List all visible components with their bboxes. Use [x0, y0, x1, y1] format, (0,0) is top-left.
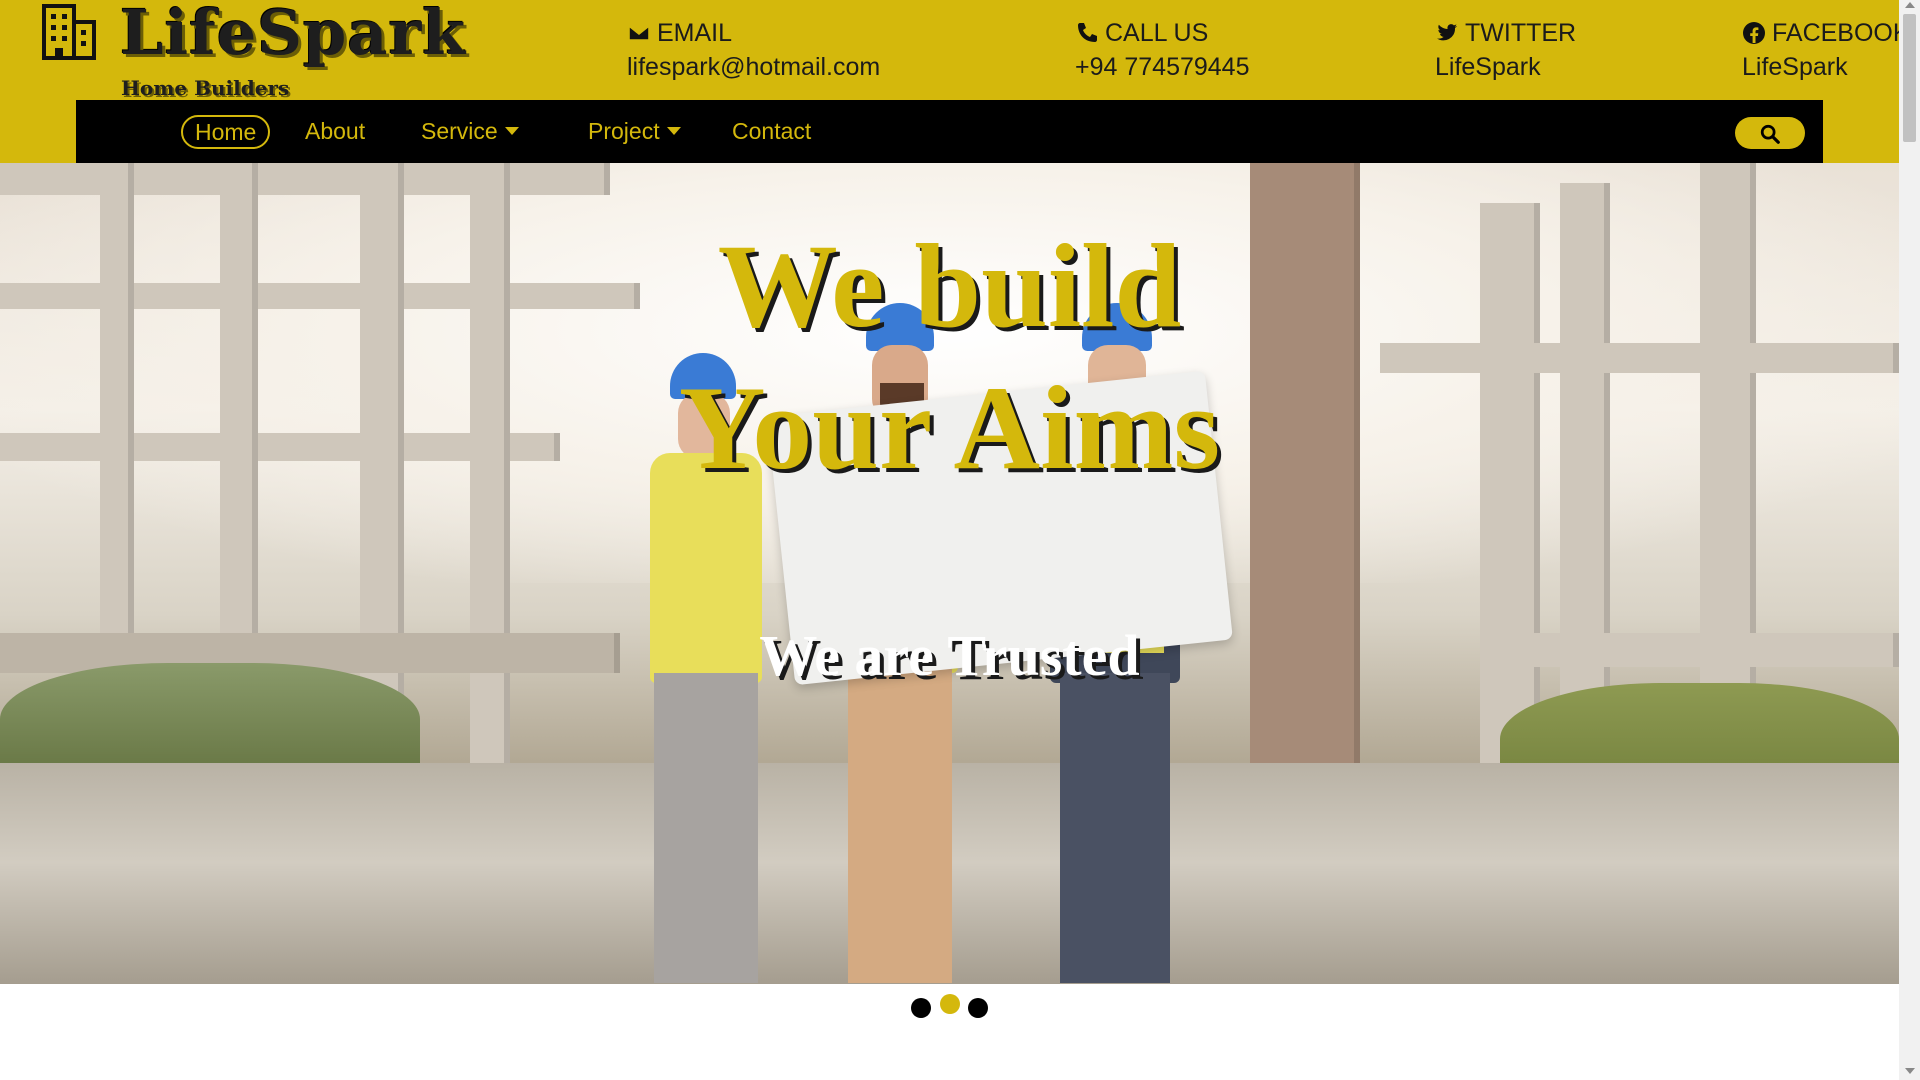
search-icon [1760, 124, 1780, 144]
hero-title-line2: Your Aims [678, 361, 1221, 494]
contact-email-label: EMAIL [657, 19, 733, 47]
nav-service-label: Service [421, 118, 498, 144]
brand-subtitle: Home Builders [121, 76, 290, 100]
carousel-dot-2-active[interactable] [940, 994, 960, 1014]
site-header: LifeSpark Home Builders EMAIL lifespark@… [0, 0, 1910, 163]
hero-title-line1: We build [717, 219, 1182, 352]
contact-email[interactable]: EMAIL lifespark@hotmail.com [627, 16, 880, 84]
carousel-dot-1[interactable] [911, 998, 931, 1018]
contact-facebook-value[interactable]: LifeSpark [1742, 50, 1910, 84]
nav-service[interactable]: Service [421, 116, 519, 146]
nav-contact-label: Contact [732, 118, 812, 144]
carousel-dot-3[interactable] [968, 998, 988, 1018]
page-scrollbar[interactable] [1899, 0, 1920, 1080]
building-icon [42, 4, 96, 60]
contact-facebook[interactable]: FACEBOOK LifeSpark [1742, 16, 1910, 84]
contact-twitter[interactable]: TWITTER LifeSpark [1435, 16, 1576, 84]
nav-home[interactable]: Home [181, 115, 271, 149]
search-button[interactable] [1735, 117, 1805, 149]
caret-down-icon [504, 127, 519, 135]
nav-about-label: About [305, 118, 366, 144]
contact-phone-value[interactable]: +94 774579445 [1075, 50, 1250, 84]
contact-phone[interactable]: CALL US +94 774579445 [1075, 16, 1250, 84]
contact-twitter-label: TWITTER [1465, 19, 1577, 47]
nav-about[interactable]: About [305, 116, 365, 146]
hero-subtitle: We are Trusted [759, 623, 1140, 688]
envelope-icon [628, 25, 650, 41]
nav-home-label: Home [195, 119, 257, 145]
nav-contact[interactable]: Contact [732, 116, 811, 146]
contact-facebook-label: FACEBOOK [1772, 19, 1910, 47]
brand-title[interactable]: LifeSpark [120, 2, 466, 64]
phone-icon [1078, 23, 1097, 42]
contact-twitter-value[interactable]: LifeSpark [1435, 50, 1576, 84]
nav-project-label: Project [588, 118, 660, 144]
nav-project[interactable]: Project [588, 116, 681, 146]
facebook-icon [1743, 22, 1765, 44]
twitter-icon [1437, 24, 1457, 41]
scroll-up-icon[interactable] [1905, 2, 1915, 8]
caret-down-icon [666, 127, 681, 135]
scroll-down-icon[interactable] [1905, 1068, 1915, 1074]
concrete-beam [0, 163, 610, 195]
hero-carousel: We build Your Aims We are Trusted [0, 163, 1899, 984]
contact-email-value[interactable]: lifespark@hotmail.com [627, 50, 880, 84]
scroll-thumb[interactable] [1903, 14, 1916, 142]
contact-phone-label: CALL US [1105, 19, 1209, 47]
main-nav: Home About Service Project Contact [76, 100, 1823, 163]
